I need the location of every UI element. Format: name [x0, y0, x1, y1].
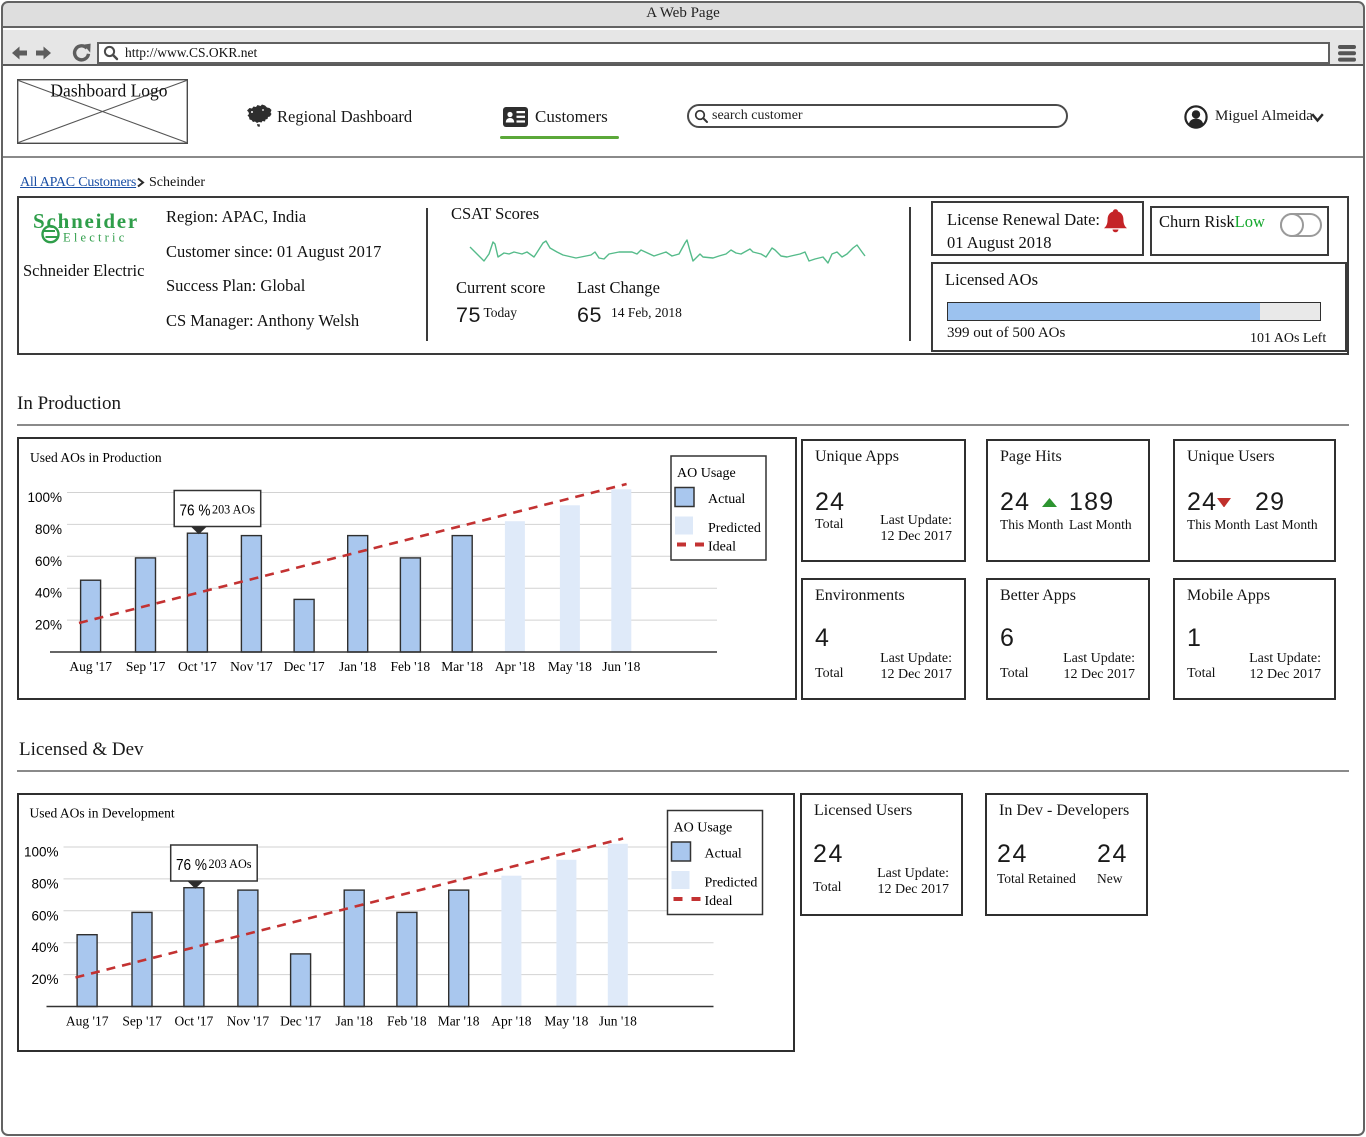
svg-text:Nov '17: Nov '17 — [227, 1014, 270, 1029]
svg-text:Mar '18: Mar '18 — [441, 659, 483, 674]
svg-text:80%: 80% — [35, 522, 62, 537]
svg-text:Actual: Actual — [705, 847, 742, 862]
svg-text:May '18: May '18 — [548, 659, 592, 674]
svg-text:100%: 100% — [24, 845, 59, 860]
svg-text:Apr '18: Apr '18 — [495, 659, 536, 674]
svg-text:Jun '18: Jun '18 — [602, 659, 640, 674]
svg-text:Electric: Electric — [63, 231, 127, 245]
svg-text:Feb '18: Feb '18 — [391, 659, 431, 674]
svg-text:AO Usage: AO Usage — [677, 466, 736, 481]
svg-text:Dec '17: Dec '17 — [284, 659, 325, 674]
svg-text:Used AOs in Development: Used AOs in Development — [30, 806, 175, 821]
svg-text:Sep '17: Sep '17 — [122, 1014, 162, 1029]
svg-text:100%: 100% — [27, 490, 62, 505]
svg-text:76 %: 76 % — [180, 503, 211, 520]
svg-text:203 AOs: 203 AOs — [212, 502, 255, 517]
svg-text:Jan '18: Jan '18 — [339, 659, 377, 674]
svg-text:Jan '18: Jan '18 — [336, 1014, 374, 1029]
svg-text:Dashboard Logo: Dashboard Logo — [50, 81, 167, 101]
svg-text:Mar '18: Mar '18 — [438, 1014, 480, 1029]
svg-text:60%: 60% — [31, 908, 58, 923]
svg-text:Predicted: Predicted — [708, 521, 761, 536]
svg-text:Dec '17: Dec '17 — [280, 1014, 321, 1029]
svg-text:Used AOs in Production: Used AOs in Production — [30, 450, 162, 465]
svg-text:Apr '18: Apr '18 — [491, 1014, 532, 1029]
svg-text:76 %: 76 % — [176, 857, 207, 874]
svg-text:Ideal: Ideal — [705, 894, 733, 909]
svg-text:Jun '18: Jun '18 — [599, 1014, 637, 1029]
svg-text:Sep '17: Sep '17 — [126, 659, 166, 674]
svg-text:20%: 20% — [35, 618, 62, 633]
svg-text:Feb '18: Feb '18 — [387, 1014, 427, 1029]
svg-text:Schneider: Schneider — [33, 209, 139, 233]
svg-text:Oct '17: Oct '17 — [174, 1014, 213, 1029]
svg-text:Aug '17: Aug '17 — [69, 659, 112, 674]
svg-text:40%: 40% — [35, 586, 62, 601]
svg-text:Aug '17: Aug '17 — [66, 1014, 109, 1029]
svg-text:80%: 80% — [31, 876, 58, 891]
svg-text:AO Usage: AO Usage — [674, 821, 733, 836]
svg-text:60%: 60% — [35, 554, 62, 569]
svg-text:40%: 40% — [31, 940, 58, 955]
svg-text:Nov '17: Nov '17 — [230, 659, 273, 674]
svg-text:Actual: Actual — [708, 492, 745, 507]
svg-text:Ideal: Ideal — [708, 540, 736, 555]
svg-text:203 AOs: 203 AOs — [209, 856, 252, 871]
svg-text:May '18: May '18 — [544, 1014, 588, 1029]
svg-text:20%: 20% — [31, 972, 58, 987]
svg-text:Oct '17: Oct '17 — [178, 659, 217, 674]
svg-text:Predicted: Predicted — [705, 876, 758, 891]
